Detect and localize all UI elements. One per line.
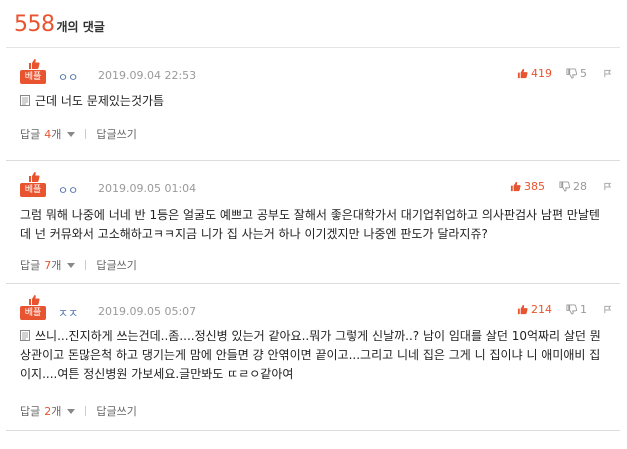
divider bbox=[85, 260, 87, 270]
vote-area: 385 28 bbox=[510, 180, 612, 193]
write-reply-button[interactable]: 답글쓰기 bbox=[96, 257, 136, 273]
reply-count: 2 bbox=[44, 404, 52, 418]
comment-body: 그럼 뭐해 나중에 너네 반 1등은 얼굴도 예쁘고 공부도 잘해서 좋은대학가… bbox=[20, 206, 606, 244]
thumbs-down-icon bbox=[566, 304, 577, 315]
upvote-button[interactable]: 385 bbox=[510, 180, 545, 193]
replies-label: 답글 bbox=[20, 128, 41, 141]
upvote-count: 419 bbox=[531, 67, 552, 80]
divider bbox=[85, 406, 87, 416]
write-reply-button[interactable]: 답글쓰기 bbox=[96, 126, 136, 142]
comment-count-label: 개의 댓글 bbox=[56, 20, 105, 34]
author-nickname[interactable]: ㅇㅇ bbox=[58, 182, 78, 198]
upvote-count: 214 bbox=[531, 303, 552, 316]
thumbs-up-icon bbox=[29, 59, 40, 69]
comment-date: 2019.09.04 22:53 bbox=[98, 69, 197, 82]
best-badge: 베플 bbox=[20, 294, 48, 324]
thumbs-up-icon bbox=[29, 295, 40, 305]
upvote-button[interactable]: 214 bbox=[517, 303, 552, 316]
caret-down-icon bbox=[67, 408, 76, 414]
reply-unit: 개 bbox=[51, 128, 62, 141]
reply-row: 답글 2개 답글쓰기 bbox=[20, 403, 137, 419]
upvote-button[interactable]: 419 bbox=[517, 67, 552, 80]
thumbs-up-icon bbox=[510, 181, 521, 192]
best-badge: 베플 bbox=[20, 171, 48, 201]
reply-count: 4 bbox=[44, 127, 52, 141]
comment-text: 쓰니...진지하게 쓰는건데..좀....정신병 있는거 같아요..뭐가 그렇게… bbox=[20, 329, 601, 381]
thumbs-up-icon bbox=[29, 172, 40, 182]
best-label: 베플 bbox=[20, 183, 46, 197]
replies-label: 답글 bbox=[20, 405, 41, 418]
replies-toggle[interactable]: 답글 4개 bbox=[20, 126, 76, 142]
best-label: 베플 bbox=[20, 70, 46, 84]
thumbs-up-icon bbox=[517, 68, 528, 79]
report-button[interactable] bbox=[603, 305, 612, 314]
upvote-count: 385 bbox=[524, 180, 545, 193]
comment-body: 근데 너도 문제있는것가틈 bbox=[20, 92, 606, 111]
author-nickname[interactable]: ㅇㅇ bbox=[58, 69, 78, 85]
report-icon bbox=[604, 305, 612, 314]
reply-unit: 개 bbox=[51, 405, 62, 418]
reply-unit: 개 bbox=[51, 259, 62, 272]
report-icon bbox=[604, 69, 612, 78]
replies-toggle[interactable]: 답글 7개 bbox=[20, 257, 76, 273]
report-icon bbox=[604, 182, 612, 191]
comment-date: 2019.09.05 01:04 bbox=[98, 182, 197, 195]
thumbs-down-icon bbox=[559, 181, 570, 192]
downvote-count: 28 bbox=[573, 180, 587, 193]
comment-item: 베플 ㅇㅇ 2019.09.05 01:04 385 28 그럼 뭐해 나중에 … bbox=[6, 161, 620, 284]
downvote-count: 1 bbox=[580, 303, 587, 316]
memo-icon bbox=[20, 330, 30, 341]
comment-date: 2019.09.05 05:07 bbox=[98, 305, 197, 318]
write-reply-button[interactable]: 답글쓰기 bbox=[96, 403, 136, 419]
report-button[interactable] bbox=[603, 182, 612, 191]
comment-meta: 베플 ㅇㅇ 2019.09.05 01:04 385 28 bbox=[20, 171, 620, 199]
report-button[interactable] bbox=[603, 69, 612, 78]
best-badge: 베플 bbox=[20, 58, 48, 88]
caret-down-icon bbox=[67, 262, 76, 268]
caret-down-icon bbox=[67, 131, 76, 137]
downvote-count: 5 bbox=[580, 67, 587, 80]
comments-header: 558 개의 댓글 bbox=[14, 12, 105, 42]
memo-icon bbox=[20, 95, 30, 106]
replies-label: 답글 bbox=[20, 259, 41, 272]
thumbs-down-icon bbox=[566, 68, 577, 79]
comment-meta: 베플 ㅈㅈ 2019.09.05 05:07 214 1 bbox=[20, 294, 620, 322]
vote-area: 419 5 bbox=[517, 67, 612, 80]
comment-text: 근데 너도 문제있는것가틈 bbox=[35, 94, 165, 108]
downvote-button[interactable]: 5 bbox=[566, 67, 587, 80]
downvote-button[interactable]: 1 bbox=[566, 303, 587, 316]
comment-count: 558 bbox=[14, 12, 55, 37]
author-nickname[interactable]: ㅈㅈ bbox=[58, 305, 78, 321]
comment-item: 베플 ㅇㅇ 2019.09.04 22:53 419 5 근데 너도 문제있는것… bbox=[6, 48, 620, 161]
best-label: 베플 bbox=[20, 306, 46, 320]
reply-row: 답글 7개 답글쓰기 bbox=[20, 257, 137, 273]
divider bbox=[85, 129, 87, 139]
thumbs-up-icon bbox=[517, 304, 528, 315]
vote-area: 214 1 bbox=[517, 303, 612, 316]
comment-body: 쓰니...진지하게 쓰는건데..좀....정신병 있는거 같아요..뭐가 그렇게… bbox=[20, 327, 606, 384]
comment-meta: 베플 ㅇㅇ 2019.09.04 22:53 419 5 bbox=[20, 58, 620, 86]
comment-item: 베플 ㅈㅈ 2019.09.05 05:07 214 1 쓰니...진지하게 쓰… bbox=[6, 284, 620, 431]
reply-count: 7 bbox=[44, 258, 52, 272]
comment-text: 그럼 뭐해 나중에 너네 반 1등은 얼굴도 예쁘고 공부도 잘해서 좋은대학가… bbox=[20, 208, 600, 241]
downvote-button[interactable]: 28 bbox=[559, 180, 587, 193]
replies-toggle[interactable]: 답글 2개 bbox=[20, 403, 76, 419]
reply-row: 답글 4개 답글쓰기 bbox=[20, 126, 137, 142]
